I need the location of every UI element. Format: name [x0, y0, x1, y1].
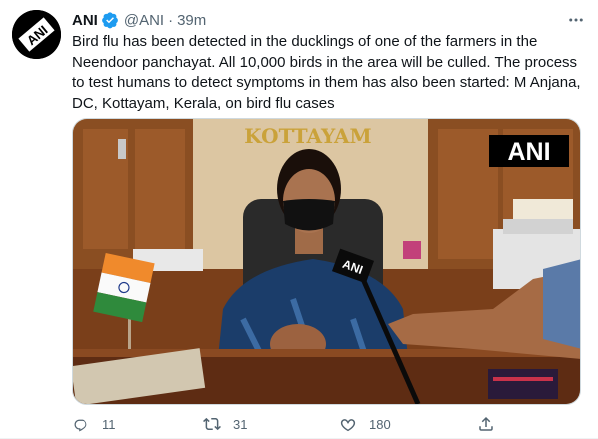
like-icon	[340, 419, 356, 432]
reply-count: 11	[102, 416, 116, 432]
user-handle[interactable]: @ANI	[124, 12, 164, 29]
share-icon	[479, 416, 493, 431]
reply-icon	[74, 419, 87, 432]
ani-logo-icon: ANI	[12, 10, 61, 59]
tweet-actions: 11 31 180	[72, 412, 512, 436]
tweet-card[interactable]: ANI ANI @ANI · 39m Bird flu has been det…	[0, 0, 598, 439]
ani-watermark: ANI	[507, 138, 550, 166]
more-options-button[interactable]	[566, 10, 586, 30]
retweet-button[interactable]: 31	[203, 415, 247, 433]
separator-dot: ·	[168, 11, 174, 29]
avatar[interactable]: ANI	[12, 10, 61, 59]
retweet-count: 31	[233, 416, 248, 432]
verified-badge-icon	[101, 12, 118, 29]
retweet-icon	[203, 417, 221, 431]
tweet-text: Bird flu has been detected in the duckli…	[72, 33, 581, 112]
kottayam-sign: KOTTAYAM	[244, 124, 371, 148]
reply-button[interactable]: 11	[72, 415, 116, 433]
like-button[interactable]: 180	[339, 415, 391, 433]
share-button[interactable]	[477, 415, 495, 433]
timestamp[interactable]: 39m	[177, 12, 206, 29]
more-icon	[569, 18, 583, 22]
tweet-media-image[interactable]: KOTTAYAM ANI ANI	[72, 118, 581, 405]
tweet-header: ANI @ANI · 39m	[72, 10, 206, 30]
display-name[interactable]: ANI	[72, 12, 98, 29]
press-conference-photo: KOTTAYAM ANI ANI	[73, 119, 580, 404]
like-count: 180	[369, 416, 391, 432]
